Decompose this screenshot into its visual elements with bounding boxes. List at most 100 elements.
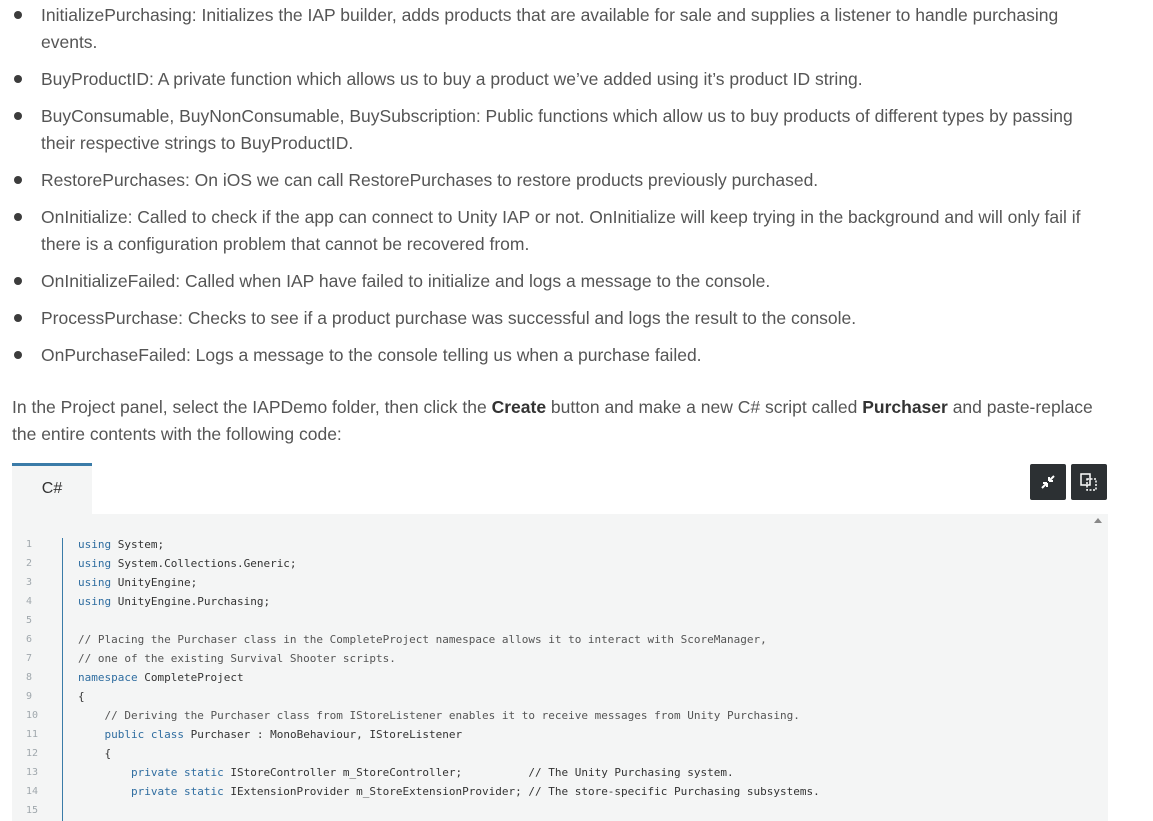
line-number: 7: [26, 653, 33, 664]
list-item-text: InitializePurchasing: Initializes the IA…: [41, 2, 1101, 56]
line-number: 15: [26, 805, 39, 816]
code-text: {: [78, 744, 112, 763]
code-line: 9{: [12, 687, 1108, 706]
code-line: 15: [12, 801, 1108, 820]
code-rest: // Deriving the Purchaser class from ISt…: [104, 709, 800, 722]
code-text: public class Purchaser : MonoBehaviour, …: [78, 725, 463, 744]
bullet-dot-icon: [14, 277, 22, 285]
line-number: 9: [26, 691, 33, 702]
code-rest: {: [104, 747, 112, 760]
line-number: 5: [26, 615, 33, 626]
bullet-dot-icon: [14, 314, 22, 322]
code-keyword: using: [78, 595, 112, 608]
copy-button[interactable]: [1071, 464, 1107, 500]
code-keyword: private static: [130, 785, 224, 798]
code-rest: CompleteProject: [137, 671, 244, 684]
code-keyword: namespace: [78, 671, 138, 684]
code-line: 3 using UnityEngine;: [12, 573, 1108, 592]
code-line: 11 public class Purchaser : MonoBehaviou…: [12, 725, 1108, 744]
code-line: 6 // Placing the Purchaser class in the C…: [12, 630, 1108, 649]
intro-text-2: button and make a new C# script called: [546, 397, 863, 417]
bullet-dot-icon: [14, 112, 22, 120]
list-item-line: OnInitialize: Called to check if the app…: [41, 207, 1081, 227]
code-text: private static IStoreController m_StoreC…: [78, 763, 734, 782]
intro-text-4: the entire contents with the following c…: [12, 424, 342, 444]
scroll-up-icon[interactable]: [1094, 518, 1102, 523]
code-rest: UnityEngine.Purchasing;: [111, 595, 271, 608]
code-line: 13 private static IStoreController m_Sto…: [12, 763, 1108, 782]
line-number: 11: [26, 729, 39, 740]
code-line: 12 {: [12, 744, 1108, 763]
code-line: 7 // one of the existing Survival Shooter…: [12, 649, 1108, 668]
line-number: 6: [26, 634, 33, 645]
code-keyword: using: [78, 576, 112, 589]
line-number: 1: [26, 539, 33, 550]
code-text: using UnityEngine;: [78, 573, 197, 592]
list-item-line: ProcessPurchase: Checks to see if a prod…: [41, 308, 857, 328]
code-block[interactable]: 1 using System; 2 using System.Collections.…: [12, 514, 1108, 821]
code-rest: UnityEngine;: [111, 576, 198, 589]
list-item-line: OnPurchaseFailed: Logs a message to the …: [41, 345, 702, 365]
bullet-dot-icon: [14, 11, 22, 19]
code-line: 2 using System.Collections.Generic;: [12, 554, 1108, 573]
list-item-line: RestorePurchases: On iOS we can call Res…: [41, 170, 819, 190]
code-line: 4 using UnityEngine.Purchasing;: [12, 592, 1108, 611]
list-item-line: there is a configuration problem that ca…: [41, 234, 530, 254]
bullet-dot-icon: [14, 75, 22, 83]
code-text: // Placing the Purchaser class in the Co…: [78, 630, 767, 649]
list-item-line: events.: [41, 32, 98, 52]
list-item-text: OnPurchaseFailed: Logs a message to the …: [41, 342, 1101, 369]
code-rest: {: [78, 690, 85, 703]
code-line: 1 using System;: [12, 535, 1108, 554]
code-rest: // Placing the Purchaser class in the Co…: [78, 633, 767, 646]
create-keyword: Create: [491, 397, 547, 417]
line-number: 2: [26, 558, 33, 569]
code-line: 8 namespace CompleteProject: [12, 668, 1108, 687]
instruction-paragraph: In the Project panel, select the IAPDemo…: [12, 394, 1102, 448]
list-item-text: BuyProductID: A private function which a…: [41, 66, 1101, 93]
tab-csharp[interactable]: C#: [12, 463, 92, 514]
list-item-text: ProcessPurchase: Checks to see if a prod…: [41, 305, 1101, 332]
line-number: 3: [26, 577, 33, 588]
line-number: 12: [26, 748, 39, 759]
code-rest: // one of the existing Survival Shooter …: [78, 652, 396, 665]
code-text: private static IExtensionProvider m_Stor…: [78, 782, 820, 801]
line-number: 13: [26, 767, 39, 778]
code-line: 5: [12, 611, 1108, 630]
code-text: using UnityEngine.Purchasing;: [78, 592, 270, 611]
collapse-arrows-icon: [1041, 475, 1055, 489]
code-keyword: private static: [130, 766, 224, 779]
code-line: 14 private static IExtensionProvider m_S…: [12, 782, 1108, 801]
list-item-text: BuyConsumable, BuyNonConsumable, BuySubs…: [41, 103, 1101, 157]
code-text: using System;: [78, 535, 164, 554]
bullet-dot-icon: [14, 213, 22, 221]
code-text: // one of the existing Survival Shooter …: [78, 649, 396, 668]
line-number: 10: [26, 710, 39, 721]
list-item-line: InitializePurchasing: Initializes the IA…: [41, 5, 1059, 25]
list-item-text: OnInitializeFailed: Called when IAP have…: [41, 268, 1101, 295]
list-item-text: OnInitialize: Called to check if the app…: [41, 204, 1101, 258]
list-item-line: BuyConsumable, BuyNonConsumable, BuySubs…: [41, 106, 1073, 126]
list-item-line: their respective strings to BuyProductID…: [41, 133, 354, 153]
list-item-line: OnInitializeFailed: Called when IAP have…: [41, 271, 771, 291]
bullet-dot-icon: [14, 351, 22, 359]
code-text: {: [78, 687, 85, 706]
copy-icon: [1080, 473, 1097, 491]
code-text: namespace CompleteProject: [78, 668, 244, 687]
collapse-button[interactable]: [1030, 464, 1066, 500]
purchaser-keyword: Purchaser: [862, 397, 948, 417]
code-rest: IExtensionProvider m_StoreExtensionProvi…: [223, 785, 820, 798]
code-keyword: using: [78, 538, 112, 551]
code-keyword: public class: [104, 728, 184, 741]
intro-text-3: and paste-replace: [947, 397, 1093, 417]
code-rest: IStoreController m_StoreController; // T…: [223, 766, 734, 779]
code-rest: Purchaser : MonoBehaviour, IStoreListene…: [183, 728, 463, 741]
code-line: 10 // Deriving the Purchaser class from …: [12, 706, 1108, 725]
code-rest: System;: [111, 538, 165, 551]
code-tabbar: C#: [12, 463, 1108, 515]
